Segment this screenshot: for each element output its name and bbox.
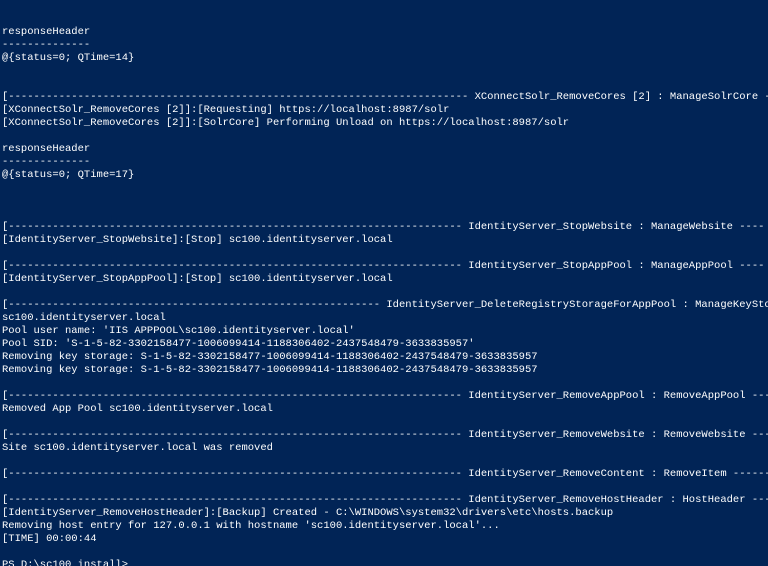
- line: --------------: [2, 156, 90, 168]
- line: responseHeader: [2, 26, 90, 38]
- line: [---------------------------------------…: [2, 91, 768, 103]
- line: @{status=0; QTime=14}: [2, 52, 134, 64]
- line: [---------------------------------------…: [2, 221, 764, 233]
- line: [IdentityServer_StopAppPool]:[Stop] sc10…: [2, 273, 393, 285]
- line: [TIME] 00:00:44: [2, 533, 97, 545]
- line: [---------------------------------------…: [2, 494, 768, 506]
- line: [XConnectSolr_RemoveCores [2]]:[Requesti…: [2, 104, 449, 116]
- line: --------------: [2, 39, 90, 51]
- line: [IdentityServer_StopWebsite]:[Stop] sc10…: [2, 234, 393, 246]
- line: Removing host entry for 127.0.0.1 with h…: [2, 520, 500, 532]
- line: Pool user name: 'IIS APPPOOL\sc100.ident…: [2, 325, 355, 337]
- line: Site sc100.identityserver.local was remo…: [2, 442, 273, 454]
- line: [---------------------------------------…: [2, 260, 764, 272]
- line: Removing key storage: S-1-5-82-330215847…: [2, 364, 538, 376]
- line: @{status=0; QTime=17}: [2, 169, 134, 181]
- line: Pool SID: 'S-1-5-82-3302158477-100609941…: [2, 338, 475, 350]
- line: [---------------------------------------…: [2, 429, 768, 441]
- prompt-line[interactable]: PS D:\sc100_install>: [2, 559, 128, 566]
- line: [---------------------------------------…: [2, 468, 768, 480]
- line: [---------------------------------------…: [2, 390, 768, 402]
- line: sc100.identityserver.local: [2, 312, 166, 324]
- line: Removing key storage: S-1-5-82-330215847…: [2, 351, 538, 363]
- line: responseHeader: [2, 143, 90, 155]
- line: [XConnectSolr_RemoveCores [2]]:[SolrCore…: [2, 117, 569, 129]
- powershell-terminal[interactable]: responseHeader -------------- @{status=0…: [0, 26, 768, 566]
- line: [IdentityServer_RemoveHostHeader]:[Backu…: [2, 507, 613, 519]
- line: Removed App Pool sc100.identityserver.lo…: [2, 403, 273, 415]
- line: [---------------------------------------…: [2, 299, 768, 311]
